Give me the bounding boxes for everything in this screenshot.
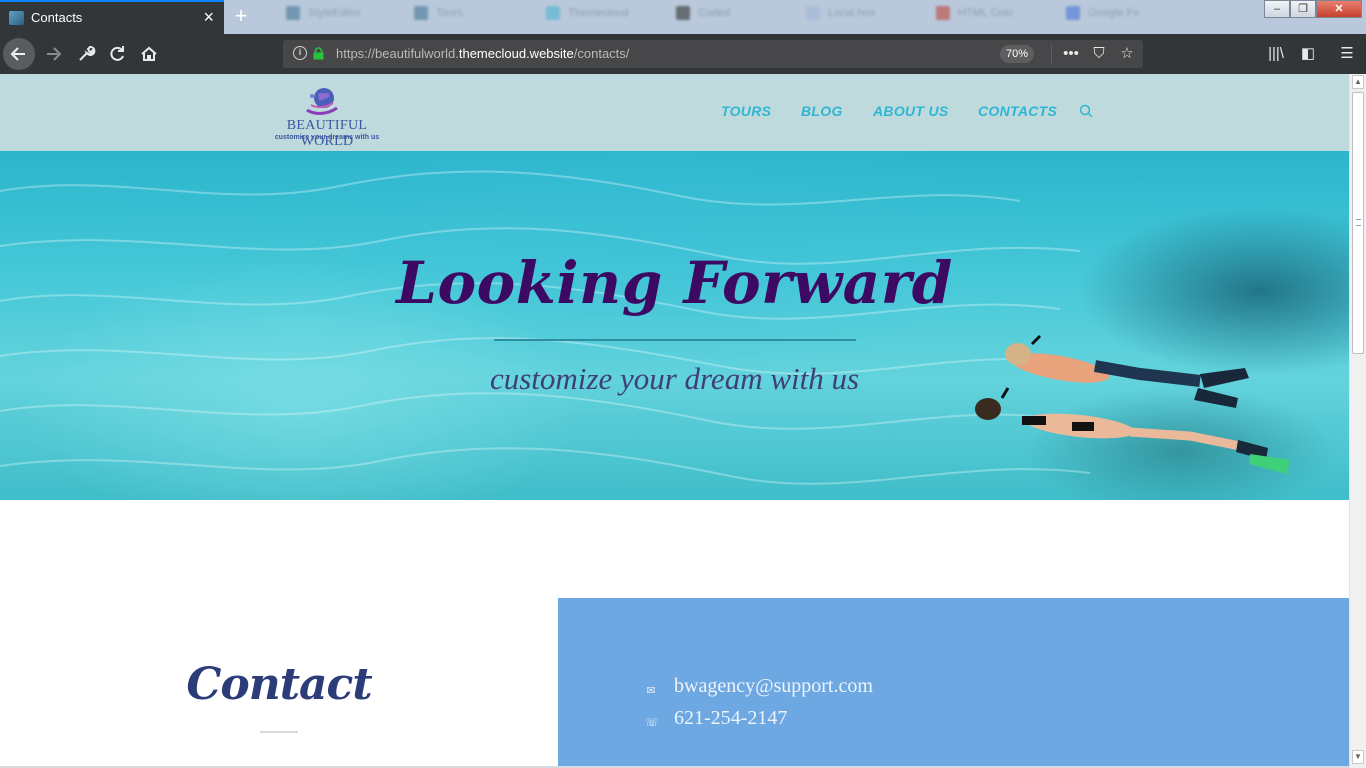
- page-viewport: BEAUTIFUL WORLD customize your dreams wi…: [0, 74, 1349, 768]
- new-tab-button[interactable]: +: [228, 3, 254, 29]
- favicon-icon: [1066, 6, 1080, 20]
- tab-strip: Contacts × + StyleEditor Tours Themeclou…: [0, 0, 1366, 34]
- info-icon[interactable]: i: [293, 46, 307, 60]
- pocket-icon[interactable]: ⛉: [1089, 44, 1109, 64]
- url-divider: [1051, 44, 1052, 64]
- favicon-icon: [546, 6, 560, 20]
- favicon-icon: [286, 6, 300, 20]
- forward-icon: [47, 47, 62, 61]
- globe-logo-icon: [306, 88, 338, 115]
- site-header: BEAUTIFUL WORLD customize your dreams wi…: [0, 74, 1349, 151]
- favicon-icon: [936, 6, 950, 20]
- menu-item-tours[interactable]: TOURS: [721, 103, 771, 119]
- url-text[interactable]: https://beautifulworld.themecloud.websit…: [336, 46, 629, 61]
- hamburger-menu-icon[interactable]: ☰: [1336, 43, 1358, 65]
- logo-tagline: customize your dreams with us: [274, 134, 380, 141]
- close-window-button[interactable]: ✕: [1316, 0, 1362, 18]
- background-tab[interactable]: HTML Colo: [936, 6, 1013, 28]
- background-tab[interactable]: Coded: [676, 6, 730, 28]
- home-icon: [141, 46, 157, 61]
- site-favicon-icon: [9, 11, 24, 25]
- background-tab[interactable]: Tours: [414, 6, 463, 28]
- hero-divider: [494, 339, 856, 341]
- reload-button[interactable]: [101, 38, 133, 70]
- tab-contacts[interactable]: Contacts ×: [0, 0, 224, 34]
- library-icon[interactable]: |||\: [1265, 43, 1287, 65]
- home-button[interactable]: [133, 38, 165, 70]
- zoom-level[interactable]: 70%: [1000, 45, 1035, 63]
- window-controls: – ❐ ✕: [1264, 0, 1362, 18]
- lock-icon[interactable]: [313, 47, 324, 60]
- menu-item-contacts[interactable]: CONTACTS: [978, 103, 1057, 119]
- hero-title: Looking Forward: [396, 249, 953, 317]
- forward-button[interactable]: [37, 38, 69, 70]
- background-tab[interactable]: Local hos: [806, 6, 875, 28]
- menu-item-blog[interactable]: BLOG: [801, 103, 843, 119]
- site-logo[interactable]: BEAUTIFUL WORLD customize your dreams wi…: [262, 82, 392, 149]
- sidebar-icon[interactable]: ◧: [1297, 43, 1319, 65]
- snorkelers-illustration: [975, 334, 1290, 474]
- scroll-thumb[interactable]: [1352, 92, 1364, 354]
- bookmark-star-icon[interactable]: ☆: [1117, 44, 1137, 64]
- vertical-scrollbar[interactable]: ▲ ▼: [1349, 74, 1366, 768]
- back-icon: [10, 47, 25, 61]
- restore-button[interactable]: ❐: [1290, 0, 1316, 18]
- wrench-icon: [79, 46, 96, 61]
- contact-heading: Contact: [186, 659, 372, 710]
- customize-button[interactable]: [69, 38, 101, 70]
- contact-divider: [260, 731, 298, 733]
- search-icon[interactable]: [1078, 103, 1094, 119]
- scroll-grip: [1356, 219, 1361, 226]
- contact-email[interactable]: bwagency@support.com: [674, 675, 873, 698]
- background-tab[interactable]: Google Fo: [1066, 6, 1139, 28]
- hero-banner: Looking Forward customize your dream wit…: [0, 151, 1349, 500]
- contact-info-panel: ✉ bwagency@support.com ☏ 621-254-2147: [558, 598, 1349, 768]
- scroll-up-arrow[interactable]: ▲: [1352, 75, 1364, 89]
- minimize-button[interactable]: –: [1264, 0, 1290, 18]
- back-button[interactable]: [3, 38, 35, 70]
- favicon-icon: [414, 6, 428, 20]
- reload-icon: [110, 46, 124, 61]
- favicon-icon: [806, 6, 820, 20]
- background-tab[interactable]: StyleEditor: [286, 6, 361, 28]
- menu-item-about-us[interactable]: ABOUT US: [873, 103, 949, 119]
- phone-icon: ☏: [645, 717, 659, 729]
- mail-icon: ✉: [646, 685, 656, 697]
- tab-close-icon[interactable]: ×: [203, 7, 214, 27]
- more-actions-icon[interactable]: •••: [1061, 44, 1081, 64]
- contact-phone[interactable]: 621-254-2147: [674, 707, 787, 730]
- tab-title: Contacts: [31, 10, 83, 25]
- scroll-down-arrow[interactable]: ▼: [1352, 750, 1364, 764]
- background-tab[interactable]: Themecloud: [546, 6, 629, 28]
- address-bar[interactable]: i https://beautifulworld.themecloud.webs…: [283, 40, 1143, 68]
- favicon-icon: [676, 6, 690, 20]
